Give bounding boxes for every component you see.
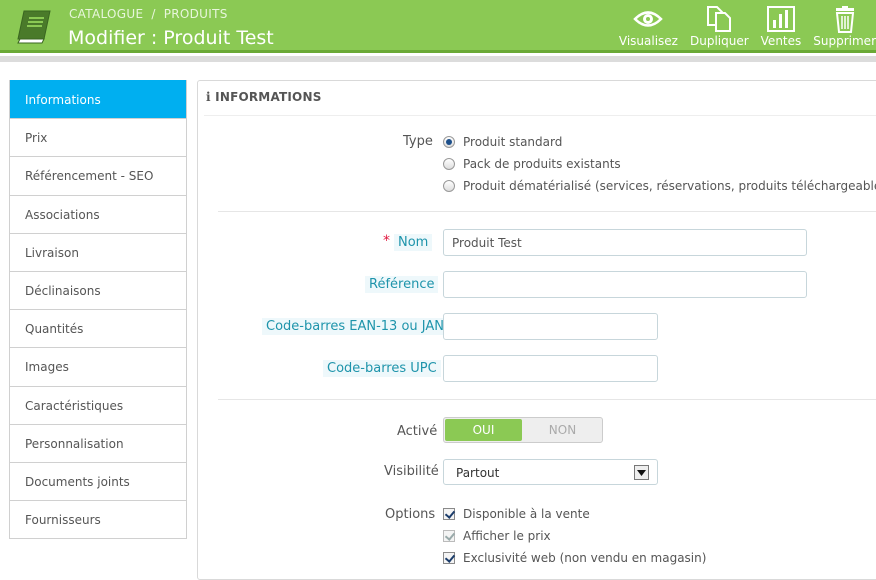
- duplicate-icon: [707, 6, 732, 32]
- ean13-input[interactable]: [443, 313, 658, 340]
- tab-declinaisons[interactable]: Déclinaisons: [10, 270, 186, 309]
- option-show-price-label: Afficher le prix: [463, 529, 551, 543]
- option-online-only-label: Exclusivité web (non vendu en magasin): [463, 551, 707, 565]
- reference-input[interactable]: [443, 271, 807, 298]
- visualize-label: Visualisez: [618, 34, 678, 48]
- tab-caracteristiques[interactable]: Caractéristiques: [10, 385, 186, 424]
- active-yes-option[interactable]: OUI: [445, 419, 523, 441]
- required-marker: *: [383, 233, 390, 249]
- tab-documents-joints[interactable]: Documents joints: [10, 461, 186, 500]
- option-show-price[interactable]: Afficher le prix: [443, 529, 551, 543]
- active-switch[interactable]: OUI NON: [443, 417, 603, 443]
- option-available-for-order[interactable]: Disponible à la vente: [443, 507, 590, 521]
- breadcrumb-produits[interactable]: PRODUITS: [164, 7, 228, 21]
- type-option-virtual-label: Produit dématérialisé (services, réserva…: [463, 179, 876, 193]
- checkbox-show-price[interactable]: [443, 530, 455, 542]
- page-header: CATALOGUE / PRODUITS Modifier : Produit Te…: [0, 0, 876, 53]
- tab-livraison[interactable]: Livraison: [10, 232, 186, 271]
- dropdown-arrow-icon[interactable]: [634, 465, 649, 480]
- info-icon: i: [206, 90, 211, 104]
- upc-label[interactable]: Code-barres UPC: [323, 360, 441, 377]
- type-option-standard[interactable]: Produit standard: [443, 135, 562, 149]
- active-label: Activé: [397, 424, 438, 439]
- tab-fournisseurs[interactable]: Fournisseurs: [10, 500, 186, 538]
- tab-personnalisation[interactable]: Personnalisation: [10, 423, 186, 462]
- option-online-only[interactable]: Exclusivité web (non vendu en magasin): [443, 551, 706, 565]
- type-option-pack[interactable]: Pack de produits existants: [443, 157, 621, 171]
- panel-heading: i INFORMATIONS: [206, 90, 322, 104]
- visualize-button[interactable]: Visualisez: [619, 5, 678, 48]
- sales-button[interactable]: Ventes: [760, 5, 802, 48]
- eye-icon: [633, 11, 664, 27]
- breadcrumb: CATALOGUE / PRODUITS: [69, 7, 228, 21]
- tab-informations[interactable]: Informations: [10, 80, 186, 119]
- radio-standard[interactable]: [443, 136, 455, 148]
- bar-chart-icon: [766, 6, 795, 32]
- type-option-virtual[interactable]: Produit dématérialisé (services, réserva…: [443, 179, 876, 193]
- panel-heading-divider: [204, 115, 876, 116]
- tab-seo[interactable]: Référencement - SEO: [10, 156, 186, 194]
- nom-input[interactable]: Produit Test: [443, 229, 807, 256]
- active-no-option[interactable]: NON: [523, 418, 602, 442]
- type-option-standard-label: Produit standard: [463, 135, 563, 149]
- page-title: Modifier : Produit Test: [68, 27, 274, 49]
- checkbox-online-only[interactable]: [443, 552, 455, 564]
- sales-label: Ventes: [760, 34, 802, 48]
- reference-label[interactable]: Référence: [365, 276, 439, 293]
- duplicate-button[interactable]: Dupliquer: [690, 5, 749, 48]
- tab-associations[interactable]: Associations: [10, 194, 186, 233]
- panel-heading-text: INFORMATIONS: [215, 90, 322, 104]
- catalog-book-icon: [17, 10, 51, 44]
- tab-prix[interactable]: Prix: [10, 118, 186, 156]
- delete-label: Supprimer: [813, 34, 876, 48]
- option-available-label: Disponible à la vente: [463, 507, 590, 521]
- trash-icon: [835, 6, 854, 33]
- type-label: Type: [403, 134, 433, 149]
- tab-images[interactable]: Images: [10, 347, 186, 385]
- ean13-label[interactable]: Code-barres EAN-13 ou JAN: [262, 318, 449, 335]
- radio-virtual[interactable]: [443, 180, 455, 192]
- duplicate-label: Dupliquer: [689, 34, 749, 48]
- section-divider: [218, 211, 876, 212]
- visibility-value: Partout: [456, 466, 500, 480]
- type-option-pack-label: Pack de produits existants: [463, 157, 621, 171]
- section-divider-2: [218, 399, 876, 400]
- radio-pack[interactable]: [443, 158, 455, 170]
- visibility-select[interactable]: Partout: [443, 459, 658, 485]
- checkbox-available[interactable]: [443, 508, 455, 520]
- header-subbar: [0, 56, 876, 62]
- visibility-label: Visibilité: [384, 464, 439, 479]
- toolbar: Visualisez Dupliquer Ventes Supprimer: [607, 5, 876, 48]
- nom-label[interactable]: Nom: [394, 234, 433, 251]
- options-label: Options: [385, 507, 436, 522]
- delete-button[interactable]: Supprimer: [813, 5, 876, 48]
- upc-input[interactable]: [443, 355, 658, 382]
- product-tabs-sidebar: Informations Prix Référencement - SEO As…: [9, 80, 187, 540]
- breadcrumb-catalogue[interactable]: CATALOGUE: [69, 7, 143, 21]
- tab-quantites[interactable]: Quantités: [10, 309, 186, 347]
- breadcrumb-separator: /: [151, 7, 156, 21]
